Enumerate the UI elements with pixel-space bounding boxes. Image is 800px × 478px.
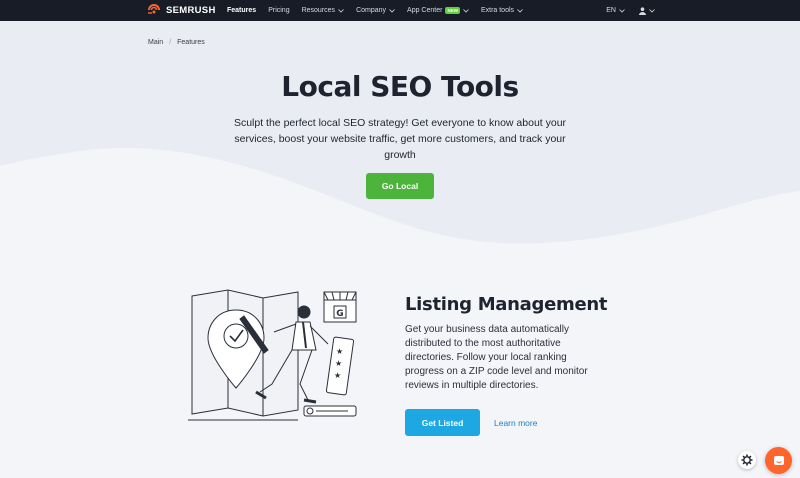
- chevron-down-icon: [517, 8, 523, 13]
- breadcrumb-features: Features: [177, 39, 205, 46]
- semrush-logo-icon: [148, 4, 160, 14]
- listing-title: Listing Management: [405, 294, 608, 315]
- page-title: Local SEO Tools: [281, 70, 519, 103]
- get-listed-button[interactable]: Get Listed: [405, 409, 480, 436]
- chat-icon: [773, 455, 784, 465]
- new-badge: NEW: [445, 7, 460, 14]
- user-icon: [639, 6, 646, 15]
- chevron-down-icon: [338, 8, 344, 13]
- breadcrumb-main[interactable]: Main: [148, 39, 163, 46]
- chevron-down-icon: [463, 8, 469, 13]
- go-local-button[interactable]: Go Local: [366, 173, 434, 199]
- gear-icon: [741, 454, 753, 466]
- breadcrumb: Main / Features: [148, 39, 205, 46]
- chevron-down-icon: [649, 8, 655, 13]
- listing-description: Get your business data automatically dis…: [405, 324, 588, 391]
- svg-text:★: ★: [335, 359, 342, 368]
- nav-extra-tools-label: Extra tools: [480, 7, 515, 14]
- learn-more-link[interactable]: Learn more: [494, 418, 537, 428]
- hero-subtitle: Sculpt the perfect local SEO strategy! G…: [233, 117, 567, 161]
- chevron-down-icon: [389, 8, 395, 13]
- brand-logo[interactable]: SEMRUSH: [148, 4, 216, 16]
- user-menu[interactable]: [639, 6, 655, 15]
- nav-features[interactable]: Features: [227, 7, 256, 14]
- breadcrumb-separator: /: [169, 39, 172, 46]
- svg-text:G: G: [336, 309, 343, 319]
- listing-illustration: G ★ ★ ★: [188, 289, 357, 421]
- settings-button[interactable]: [738, 451, 756, 469]
- nav-company-label: Company: [356, 7, 387, 14]
- nav-pricing[interactable]: Pricing: [268, 7, 289, 14]
- brand-name: SEMRUSH: [166, 4, 216, 16]
- nav-company[interactable]: Company: [356, 7, 395, 14]
- svg-text:★: ★: [334, 371, 341, 380]
- chat-button[interactable]: [765, 447, 792, 474]
- nav-resources[interactable]: Resources: [302, 7, 344, 14]
- top-navbar: SEMRUSH Features Pricing Resources Compa…: [0, 0, 800, 21]
- language-label: EN: [606, 7, 616, 14]
- chevron-down-icon: [619, 8, 625, 13]
- svg-text:★: ★: [336, 347, 343, 356]
- main-menu: Features Pricing Resources Company App C…: [227, 0, 535, 21]
- nav-resources-label: Resources: [301, 7, 336, 14]
- nav-right: EN: [606, 0, 655, 21]
- nav-app-center-label: App Center: [407, 7, 443, 14]
- nav-app-center[interactable]: App Center NEW: [407, 7, 469, 14]
- language-selector[interactable]: EN: [606, 7, 625, 14]
- nav-extra-tools[interactable]: Extra tools: [481, 7, 523, 14]
